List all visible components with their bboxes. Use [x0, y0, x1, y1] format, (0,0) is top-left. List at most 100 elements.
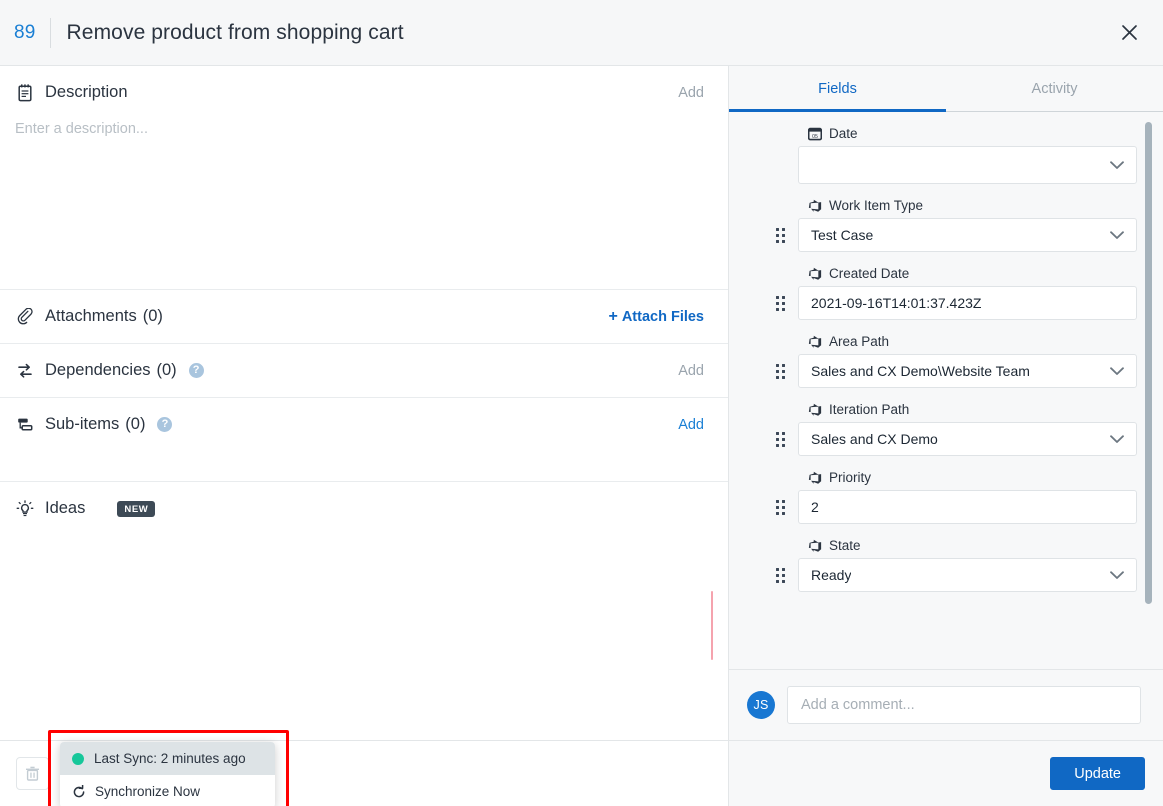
field-label: Priority	[769, 470, 1137, 485]
azure-devops-icon	[807, 538, 822, 553]
last-sync-menu-item[interactable]: Last Sync: 2 minutes ago	[60, 742, 275, 775]
tab-fields[interactable]: Fields	[729, 66, 946, 112]
dependencies-section-header: Dependencies (0) ? Add	[0, 344, 728, 397]
field-control-row: Test Case	[769, 218, 1137, 252]
chevron-down-icon[interactable]	[1102, 435, 1124, 444]
subitems-title: Sub-items	[45, 415, 119, 434]
last-sync-label: Last Sync: 2 minutes ago	[94, 751, 246, 766]
attach-files-button[interactable]: + Attach Files	[608, 308, 704, 326]
field-priority: Priority 2	[769, 470, 1137, 524]
avatar: JS	[747, 691, 775, 719]
drag-handle-icon[interactable]	[769, 564, 791, 586]
field-label: Iteration Path	[769, 402, 1137, 417]
description-title: Description	[45, 83, 128, 102]
dependencies-icon	[15, 361, 35, 381]
comment-bar: JS Add a comment...	[729, 669, 1163, 740]
subitems-count: (0)	[125, 415, 145, 434]
calendar-icon: 05	[807, 126, 822, 141]
field-label-text: Iteration Path	[829, 402, 909, 417]
work-item-type-input[interactable]: Test Case	[798, 218, 1137, 252]
work-item-detail-modal: 89 Remove product from shopping cart	[0, 0, 1163, 806]
subitems-section-header: Sub-items (0) ? Add	[0, 398, 728, 451]
date-input[interactable]	[798, 146, 1137, 184]
field-control-row: 2	[769, 490, 1137, 524]
dependencies-help-icon[interactable]: ?	[189, 363, 204, 378]
field-value: Sales and CX Demo\Website Team	[811, 363, 1030, 379]
field-control-row: Ready	[769, 558, 1137, 592]
tab-activity-label: Activity	[1032, 81, 1078, 97]
description-add-button[interactable]: Add	[678, 85, 704, 101]
iteration-path-input[interactable]: Sales and CX Demo	[798, 422, 1137, 456]
drag-handle-icon[interactable]	[769, 224, 791, 246]
chevron-down-icon[interactable]	[1102, 367, 1124, 376]
ideas-new-badge: NEW	[117, 501, 155, 517]
trash-icon[interactable]	[16, 757, 49, 790]
field-iteration-path: Iteration Path Sales and CX Demo	[769, 402, 1137, 456]
description-placeholder[interactable]: Enter a description...	[15, 119, 713, 137]
subitems-body	[0, 451, 728, 481]
field-label-text: Created Date	[829, 266, 909, 281]
priority-input[interactable]: 2	[798, 490, 1137, 524]
refresh-icon	[72, 785, 86, 799]
panel-tabs: Fields Activity	[729, 66, 1163, 112]
field-label-text: State	[829, 538, 861, 553]
fields-scrollbar[interactable]	[1145, 122, 1152, 604]
description-editor-area[interactable]	[0, 137, 728, 289]
azure-devops-icon	[807, 198, 822, 213]
synchronize-now-menu-item[interactable]: Synchronize Now	[60, 775, 275, 806]
field-value: 2021-09-16T14:01:37.423Z	[811, 295, 981, 311]
attach-files-label: Attach Files	[622, 309, 704, 325]
update-button[interactable]: Update	[1050, 757, 1145, 790]
field-control-row: Sales and CX Demo\Website Team	[769, 354, 1137, 388]
drag-handle-icon[interactable]	[769, 428, 791, 450]
dependencies-add-button[interactable]: Add	[678, 363, 704, 379]
drag-handle-icon[interactable]	[769, 292, 791, 314]
work-item-id: 89	[14, 22, 50, 44]
created-date-input[interactable]: 2021-09-16T14:01:37.423Z	[798, 286, 1137, 320]
status-dot-green-icon	[72, 753, 84, 765]
state-input[interactable]: Ready	[798, 558, 1137, 592]
subitems-help-icon[interactable]: ?	[157, 417, 172, 432]
ideas-section-header: Ideas NEW	[0, 482, 728, 535]
azure-devops-icon	[807, 402, 822, 417]
ideas-title: Ideas	[45, 499, 85, 518]
fields-list: 05 Date	[729, 112, 1163, 669]
inline-marker-line	[711, 591, 713, 660]
drag-handle-icon[interactable]	[769, 496, 791, 518]
field-value: Sales and CX Demo	[811, 431, 938, 447]
close-icon[interactable]	[1113, 17, 1145, 49]
attachments-title: Attachments	[45, 307, 137, 326]
ideas-body	[0, 535, 728, 740]
lightbulb-icon	[15, 499, 35, 519]
comment-input[interactable]: Add a comment...	[787, 686, 1141, 724]
field-label: Area Path	[769, 334, 1137, 349]
field-label: State	[769, 538, 1137, 553]
tab-activity[interactable]: Activity	[946, 66, 1163, 112]
plus-icon: +	[608, 308, 617, 326]
left-panel: Description Add Enter a description... A…	[0, 66, 729, 806]
sync-dropdown-menu: Last Sync: 2 minutes ago Synchronize Now	[60, 742, 275, 806]
chevron-down-icon[interactable]	[1102, 231, 1124, 240]
dependencies-count: (0)	[157, 361, 177, 380]
field-label: Created Date	[769, 266, 1137, 281]
modal-body: Description Add Enter a description... A…	[0, 66, 1163, 806]
drag-handle-icon[interactable]	[769, 360, 791, 382]
chevron-down-icon[interactable]	[1102, 571, 1124, 580]
chevron-down-icon[interactable]	[1102, 161, 1124, 170]
field-work-item-type: Work Item Type Test Case	[769, 198, 1137, 252]
field-value: 2	[811, 499, 819, 515]
field-date: 05 Date	[769, 126, 1137, 184]
subitems-add-button[interactable]: Add	[678, 417, 704, 433]
field-value: Test Case	[811, 227, 873, 243]
right-footer: Update	[729, 740, 1163, 806]
header-divider	[50, 18, 51, 48]
field-control-row	[769, 146, 1137, 184]
right-panel: Fields Activity 05	[729, 66, 1163, 806]
field-label-text: Work Item Type	[829, 198, 923, 213]
azure-devops-icon	[807, 334, 822, 349]
attachments-count: (0)	[143, 307, 163, 326]
area-path-input[interactable]: Sales and CX Demo\Website Team	[798, 354, 1137, 388]
field-label-text: Area Path	[829, 334, 889, 349]
synchronize-now-label: Synchronize Now	[95, 784, 200, 799]
field-control-row: Sales and CX Demo	[769, 422, 1137, 456]
